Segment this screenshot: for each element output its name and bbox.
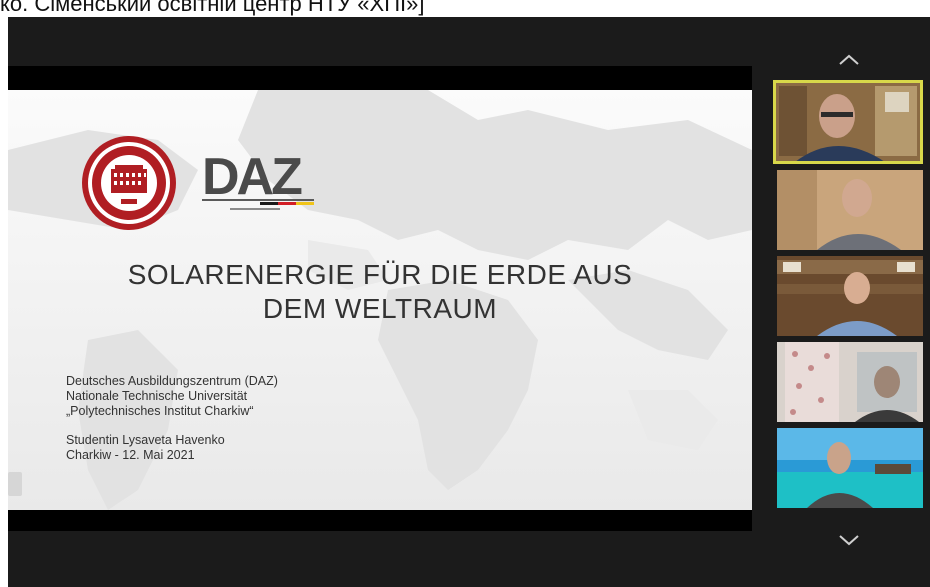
slide-nav-tab[interactable]	[8, 472, 22, 496]
participant-tile-1[interactable]	[773, 80, 923, 164]
participant-video-2	[777, 170, 923, 250]
info-line-2: Nationale Technische Universität	[66, 389, 248, 403]
info-line-1: Deutsches Ausbildungszentrum (DAZ)	[66, 374, 278, 388]
slide-info-block: Deutsches Ausbildungszentrum (DAZ) Natio…	[66, 374, 278, 463]
author-line: Studentin Lysaveta Havenko	[66, 433, 225, 447]
date-line: Charkiw - 12. Mai 2021	[66, 448, 195, 462]
participant-video-4	[777, 342, 923, 422]
participant-video-3	[777, 256, 923, 336]
participant-tile-4[interactable]	[777, 342, 923, 422]
info-line-3: „Polytechnisches Institut Charkiw“	[66, 404, 254, 418]
presentation-slide: DAZ SOLARENERGIE FÜR DIE ERDE AUS DEM WE…	[8, 90, 752, 510]
participant-tile-3[interactable]	[777, 256, 923, 336]
slide-title-line-2: DEM WELTRAUM	[262, 293, 498, 324]
slide-title: SOLARENERGIE FÜR DIE ERDE AUS DEM WELTRA…	[8, 258, 752, 326]
slide-title-line-1: SOLARENERGIE FÜR DIE ERDE AUS	[127, 259, 633, 290]
participant-video-5	[777, 428, 923, 508]
chevron-up-icon[interactable]	[834, 50, 864, 70]
window-caption-bar: ко. Сіменський освітній центр НТУ «ХПІ»]	[0, 0, 930, 17]
participant-video-1	[775, 82, 921, 162]
university-seal-logo	[82, 136, 176, 230]
participant-tile-2[interactable]	[777, 170, 923, 250]
daz-logo-text: DAZ	[202, 148, 302, 206]
left-edge	[0, 17, 8, 587]
window-caption: ко. Сіменський освітній центр НТУ «ХПІ»]	[0, 0, 425, 16]
daz-logo: DAZ	[202, 148, 314, 210]
participant-tile-5[interactable]	[777, 428, 923, 508]
chevron-down-icon[interactable]	[834, 530, 864, 550]
